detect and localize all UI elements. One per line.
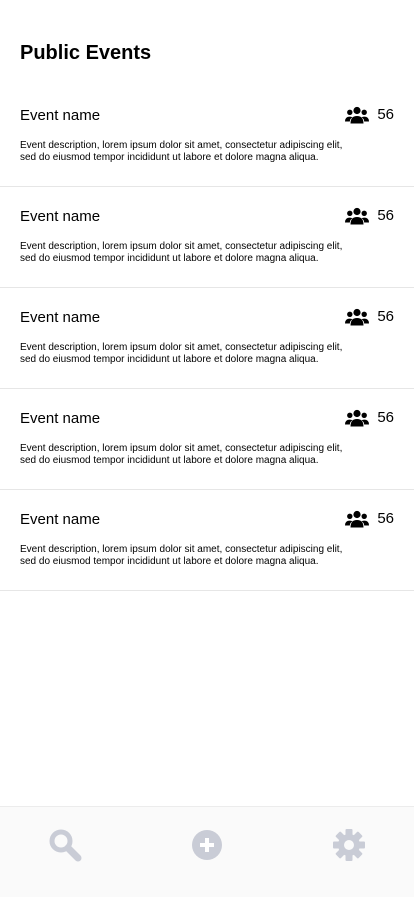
search-icon xyxy=(49,829,82,862)
people-icon xyxy=(345,409,370,427)
people-icon xyxy=(345,510,370,528)
people-icon xyxy=(345,207,370,225)
event-description: Event description, lorem ipsum dolor sit… xyxy=(20,241,343,264)
attendee-count: 56 xyxy=(345,206,394,226)
attendee-count-value: 56 xyxy=(377,510,394,527)
event-description: Event description, lorem ipsum dolor sit… xyxy=(20,443,343,466)
event-description: Event description, lorem ipsum dolor sit… xyxy=(20,140,343,163)
page-title: Public Events xyxy=(20,42,152,64)
attendee-count: 56 xyxy=(345,408,394,428)
event-name: Event name xyxy=(20,410,101,427)
event-description: Event description, lorem ipsum dolor sit… xyxy=(20,544,343,567)
event-item[interactable]: Event name 56 Event description, lorem i… xyxy=(0,187,414,288)
attendee-count: 56 xyxy=(345,509,394,529)
event-item[interactable]: Event name 56 Event description, lorem i… xyxy=(0,86,414,187)
gear-icon xyxy=(333,829,365,861)
people-icon xyxy=(345,308,370,326)
event-description: Event description, lorem ipsum dolor sit… xyxy=(20,342,343,365)
event-item[interactable]: Event name 56 Event description, lorem i… xyxy=(0,389,414,490)
event-item[interactable]: Event name 56 Event description, lorem i… xyxy=(0,288,414,389)
attendee-count-value: 56 xyxy=(377,106,394,123)
event-name: Event name xyxy=(20,107,101,124)
search-button[interactable] xyxy=(46,826,84,864)
event-name: Event name xyxy=(20,208,101,225)
attendee-count: 56 xyxy=(345,105,394,125)
bottom-nav xyxy=(0,806,414,897)
attendee-count-value: 56 xyxy=(377,409,394,426)
event-item[interactable]: Event name 56 Event description, lorem i… xyxy=(0,490,414,591)
attendee-count: 56 xyxy=(345,307,394,327)
attendee-count-value: 56 xyxy=(377,207,394,224)
event-list: Event name 56 Event description, lorem i… xyxy=(0,86,414,591)
event-name: Event name xyxy=(20,511,101,528)
add-event-button[interactable] xyxy=(188,826,226,864)
attendee-count-value: 56 xyxy=(377,308,394,325)
event-name: Event name xyxy=(20,309,101,326)
add-circle-icon xyxy=(192,830,222,860)
people-icon xyxy=(345,106,370,124)
settings-button[interactable] xyxy=(330,826,368,864)
